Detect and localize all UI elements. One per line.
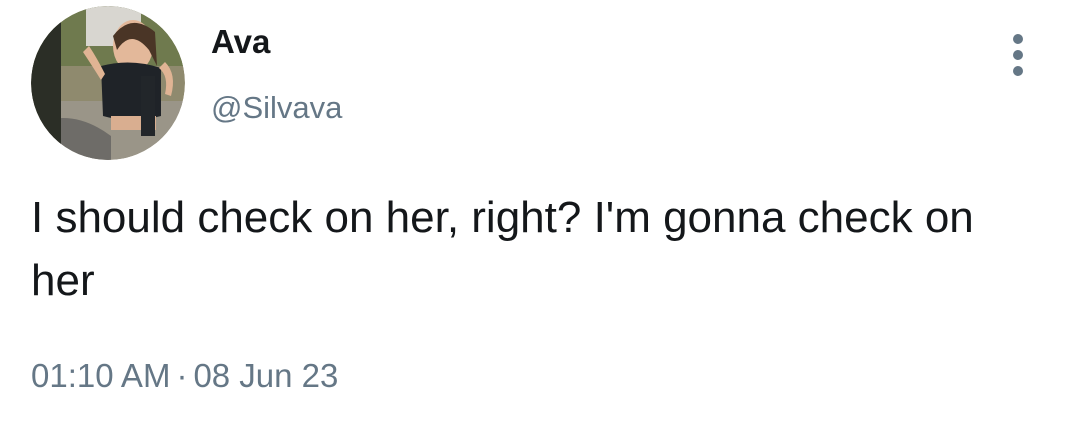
author-display-name[interactable]: Ava bbox=[211, 22, 270, 62]
tweet-text: I should check on her, right? I'm gonna … bbox=[31, 193, 974, 305]
author-handle[interactable]: @Silvava bbox=[211, 88, 342, 128]
tweet-timestamp[interactable]: 01:10 AM · 08 Jun 23 bbox=[31, 354, 338, 398]
more-options-button[interactable] bbox=[998, 30, 1038, 80]
tweet-card: Ava @Silvava I should check on her, righ… bbox=[0, 0, 1080, 431]
more-vertical-icon bbox=[1013, 34, 1023, 76]
tweet-time: 01:10 AM bbox=[31, 357, 171, 394]
timestamp-separator: · bbox=[176, 357, 188, 394]
avatar[interactable] bbox=[31, 6, 185, 160]
tweet-date: 08 Jun 23 bbox=[193, 357, 339, 394]
